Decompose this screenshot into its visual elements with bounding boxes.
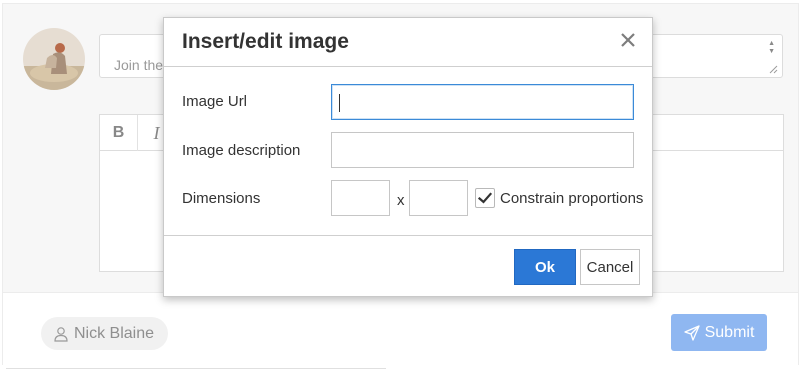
image-description-input[interactable] xyxy=(331,132,634,168)
bold-button[interactable]: B xyxy=(100,115,138,151)
resize-grip-icon[interactable] xyxy=(769,65,778,74)
close-icon[interactable] xyxy=(618,30,638,50)
width-input[interactable] xyxy=(331,180,390,216)
height-input[interactable] xyxy=(409,180,468,216)
constrain-proportions-checkbox[interactable] xyxy=(475,188,495,208)
user-icon xyxy=(54,326,68,342)
user-chip[interactable]: Nick Blaine xyxy=(41,317,169,350)
dialog-footer: Ok Cancel xyxy=(164,235,652,297)
cancel-button[interactable]: Cancel xyxy=(580,249,640,285)
dimensions-label: Dimensions xyxy=(182,190,261,207)
text-caret xyxy=(339,94,340,112)
submit-button[interactable]: Submit xyxy=(671,314,767,351)
avatar xyxy=(23,28,85,90)
image-url-label: Image Url xyxy=(182,93,248,110)
dialog-header: Insert/edit image xyxy=(164,18,652,67)
image-url-input[interactable] xyxy=(331,84,634,120)
submit-label: Submit xyxy=(704,323,755,341)
checkmark-icon xyxy=(477,192,493,204)
send-icon xyxy=(683,324,700,341)
user-name: Nick Blaine xyxy=(74,324,155,342)
spinner-arrows-icon[interactable]: ▲ ▼ xyxy=(768,40,775,56)
constrain-proportions-label[interactable]: Constrain proportions xyxy=(500,190,643,207)
image-description-label: Image description xyxy=(182,142,301,159)
divider xyxy=(6,368,386,369)
ok-button[interactable]: Ok xyxy=(514,249,576,285)
dimension-separator: x xyxy=(397,192,405,209)
dialog-title: Insert/edit image xyxy=(182,30,349,53)
insert-image-dialog: Insert/edit image Image Url Image descri… xyxy=(163,17,653,297)
